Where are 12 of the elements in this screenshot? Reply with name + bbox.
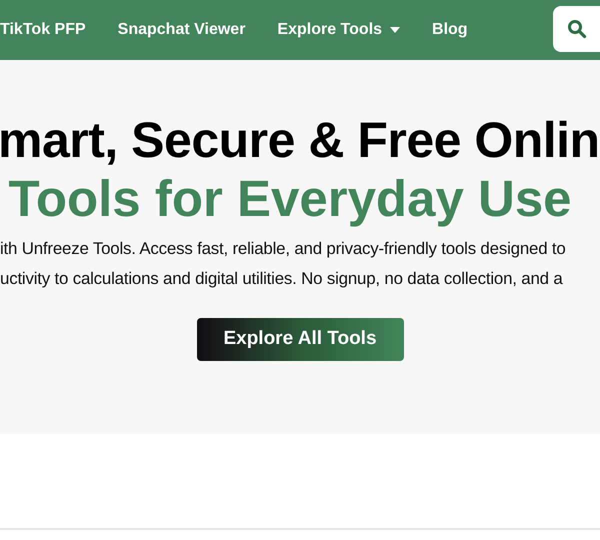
explore-all-tools-button[interactable]: Explore All Tools: [196, 318, 404, 361]
search-icon: [567, 19, 587, 39]
caret-icon: [390, 27, 400, 33]
nav-link[interactable]: Blog: [432, 18, 468, 42]
hero-title: Tools for Everyday Use: [8, 169, 572, 229]
search-field[interactable]: [553, 6, 600, 52]
hero-description: uctivity to calculations and digital utilities. No signup, no data collection, and a: [0, 268, 564, 290]
hero-title: mart, Secure & Free Onlin: [0, 112, 600, 168]
nav-link[interactable]: Snapchat Viewer: [118, 18, 246, 42]
nav-link[interactable]: Explore Tools: [277, 18, 400, 42]
nav-link[interactable]: TikTok PFP: [0, 18, 86, 42]
hero-description: ith Unfreeze Tools. Access fast, reliable, and privacy-friendly tools designed to: [0, 238, 566, 260]
